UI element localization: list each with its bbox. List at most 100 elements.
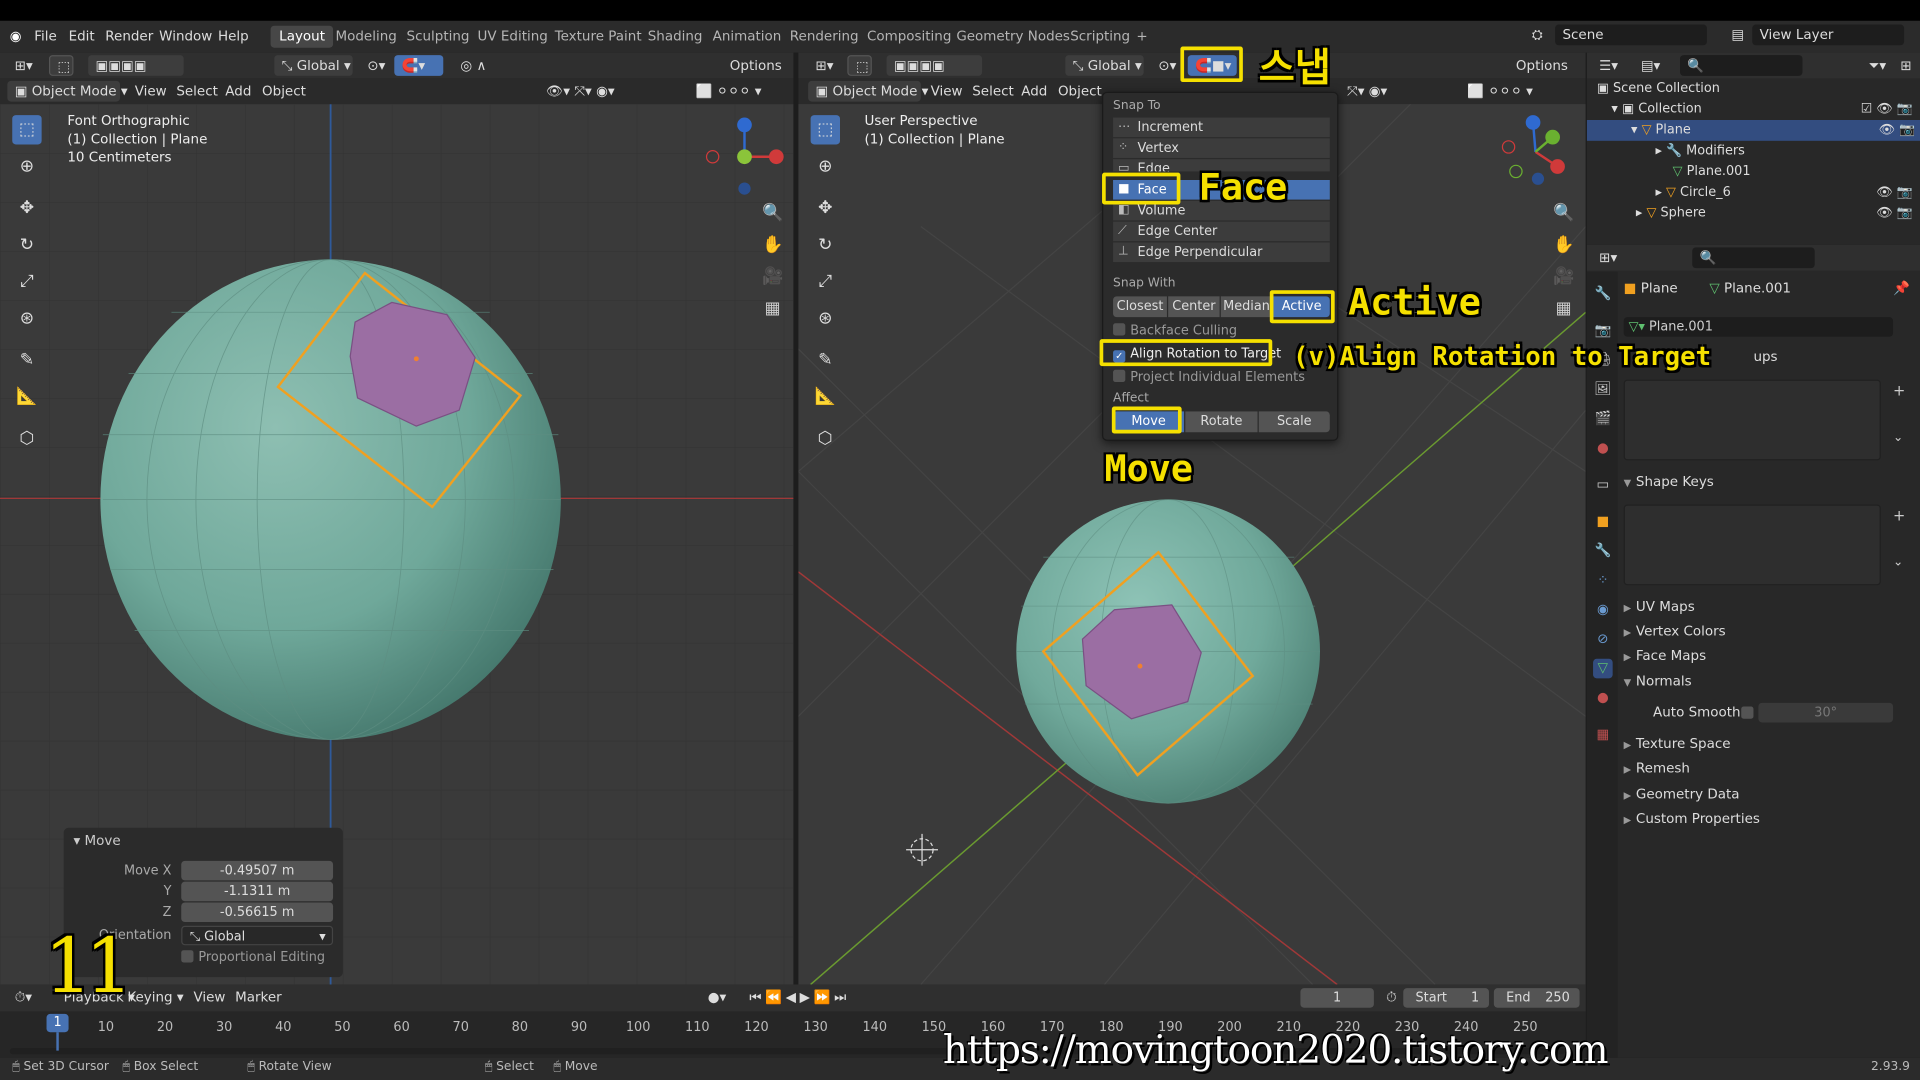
- tool-tab-icon[interactable]: 🔧: [1593, 284, 1613, 304]
- pivot-icon[interactable]: ⊙▾: [360, 55, 389, 76]
- select-mode-icon[interactable]: ⬚: [847, 55, 872, 76]
- world-tab-icon[interactable]: ●: [1593, 438, 1613, 458]
- visibility-icon[interactable]: ⤧▾ ◉▾: [1340, 81, 1395, 102]
- normals-panel[interactable]: ▼ Normals: [1624, 671, 1692, 693]
- tab-modeling[interactable]: Modeling: [327, 26, 405, 48]
- outliner-modifiers[interactable]: ▸ 🔧 Modifiers: [1656, 141, 1745, 162]
- menu-view[interactable]: View: [923, 81, 970, 102]
- shading-modes[interactable]: ⬜ ⚪⚪⚪ ▾: [688, 81, 769, 102]
- measure-tool-icon[interactable]: 📐: [12, 382, 41, 411]
- menu-add[interactable]: Add: [218, 81, 259, 102]
- tab-compositing[interactable]: Compositing: [858, 26, 960, 48]
- blender-logo-icon[interactable]: ◉: [10, 28, 22, 44]
- move-x-field[interactable]: -0.49507 m: [181, 860, 334, 881]
- pan-hand-icon[interactable]: ✋: [1550, 231, 1577, 258]
- move-y-field[interactable]: -1.1311 m: [181, 881, 334, 902]
- tab-shading[interactable]: Shading: [639, 26, 711, 48]
- editor-type-icon[interactable]: ☰▾: [1592, 55, 1626, 76]
- menu-window[interactable]: Window: [159, 28, 212, 44]
- constraints-tab-icon[interactable]: ⊘: [1593, 629, 1613, 649]
- options-dropdown[interactable]: Options: [722, 55, 789, 76]
- snap-with-closest[interactable]: Closest: [1113, 296, 1167, 318]
- cursor-tool-icon[interactable]: ⊕: [811, 152, 840, 181]
- outliner-collection[interactable]: ▾ ▣ Collection ☑ 👁 📷: [1611, 99, 1917, 120]
- move-z-field[interactable]: -0.56615 m: [181, 902, 334, 923]
- selection-modes[interactable]: ▣▣▣▣: [88, 55, 184, 76]
- project-individual-checkbox[interactable]: Project Individual Elements: [1113, 369, 1305, 386]
- custom-properties-panel[interactable]: ▶ Custom Properties: [1624, 808, 1760, 830]
- affect-scale[interactable]: Scale: [1258, 411, 1330, 433]
- vertex-colors-panel[interactable]: ▶ Vertex Colors: [1624, 621, 1726, 643]
- scene-icon[interactable]: ⛭: [1524, 24, 1548, 45]
- menu-help[interactable]: Help: [218, 28, 249, 44]
- view-layer-tab-icon[interactable]: 🖼: [1593, 380, 1613, 400]
- snap-edge-perpendicular-option[interactable]: ⊥ Edge Perpendicular: [1113, 242, 1330, 263]
- outliner-plane[interactable]: ▾ ▽ Plane 👁 📷: [1586, 120, 1920, 141]
- vertex-groups-panel[interactable]: ups: [1753, 347, 1777, 369]
- move-tool-icon[interactable]: ✥: [12, 193, 41, 222]
- orientation-dropdown[interactable]: ⤡ Global ▾: [181, 925, 334, 946]
- rotate-tool-icon[interactable]: ↻: [12, 230, 41, 259]
- tab-uv-editing[interactable]: UV Editing: [469, 26, 556, 48]
- add-cube-tool-icon[interactable]: ⬡: [12, 424, 41, 453]
- start-frame-field[interactable]: Start 1: [1403, 988, 1489, 1008]
- transform-tool-icon[interactable]: ⊛: [12, 304, 41, 333]
- redo-panel-header[interactable]: ▾ Move: [73, 833, 120, 849]
- playhead[interactable]: 1: [46, 1013, 69, 1033]
- menu-select[interactable]: Select: [169, 81, 225, 102]
- outliner-scene-collection[interactable]: ▣ Scene Collection: [1597, 78, 1720, 99]
- tab-geometry-nodes[interactable]: Geometry Nodes: [948, 26, 1079, 48]
- menu-add[interactable]: Add: [1014, 81, 1055, 102]
- scale-tool-icon[interactable]: ⤢: [811, 267, 840, 296]
- modifier-tab-icon[interactable]: 🔧: [1593, 541, 1613, 561]
- affect-rotate[interactable]: Rotate: [1185, 411, 1258, 433]
- camera-icon[interactable]: 🎥: [759, 263, 786, 290]
- scale-tool-icon[interactable]: ⤢: [12, 267, 41, 296]
- add-shape-key-icon[interactable]: +: [1893, 507, 1905, 524]
- menu-view[interactable]: View: [186, 987, 233, 1008]
- uv-maps-panel[interactable]: ▶ UV Maps: [1624, 596, 1695, 618]
- visibility-icon[interactable]: 👁 📷: [1876, 182, 1912, 203]
- measure-tool-icon[interactable]: 📐: [811, 382, 840, 411]
- editor-type-icon[interactable]: ⊞▾: [1592, 247, 1625, 268]
- render-tab-icon[interactable]: 📷: [1593, 321, 1613, 341]
- left-viewport[interactable]: Font Orthographic (1) Collection | Plane…: [0, 104, 794, 985]
- view-layer-selector[interactable]: View Layer: [1752, 24, 1905, 46]
- visibility-icon[interactable]: 👁 📷: [1879, 120, 1915, 141]
- texture-space-panel[interactable]: ▶ Texture Space: [1624, 733, 1731, 755]
- shape-keys-panel[interactable]: ▼ Shape Keys: [1624, 471, 1714, 493]
- pin-icon[interactable]: 📌: [1893, 280, 1910, 296]
- pivot-icon[interactable]: ⊙▾: [1151, 55, 1180, 76]
- snap-edge-center-option[interactable]: ⟋ Edge Center: [1113, 221, 1330, 242]
- perspective-icon[interactable]: ▦: [1550, 295, 1577, 322]
- remesh-panel[interactable]: ▶ Remesh: [1624, 758, 1690, 780]
- physics-tab-icon[interactable]: ◉: [1593, 600, 1613, 620]
- add-cube-tool-icon[interactable]: ⬡: [811, 424, 840, 453]
- snap-increment-option[interactable]: ⋯ Increment: [1113, 117, 1330, 138]
- vertex-groups-list[interactable]: [1623, 379, 1881, 461]
- menu-render[interactable]: Render: [105, 28, 153, 44]
- zoom-icon[interactable]: 🔍: [1550, 200, 1577, 227]
- display-mode-icon[interactable]: ▤▾: [1633, 55, 1667, 76]
- backface-culling-checkbox[interactable]: Backface Culling: [1113, 322, 1237, 339]
- add-workspace-button[interactable]: +: [1128, 26, 1156, 48]
- object-tab-icon[interactable]: ■: [1593, 512, 1613, 532]
- mesh-datablock-field[interactable]: ▽▾ Plane.001: [1623, 317, 1894, 337]
- mode-selector[interactable]: ▣ Object Mode ▾: [808, 80, 928, 102]
- outliner-circle[interactable]: ▸ ▽ Circle_6 👁 📷: [1656, 182, 1918, 203]
- cursor-tool-icon[interactable]: ⊕: [12, 152, 41, 181]
- move-tool-icon[interactable]: ✥: [811, 193, 840, 222]
- snap-with-center[interactable]: Center: [1168, 296, 1220, 318]
- face-maps-panel[interactable]: ▶ Face Maps: [1624, 645, 1706, 667]
- add-group-icon[interactable]: +: [1893, 382, 1905, 399]
- outliner-sphere[interactable]: ▸ ▽ Sphere 👁 📷: [1636, 203, 1918, 224]
- zoom-icon[interactable]: 🔍: [759, 200, 786, 227]
- axis-gizmo-icon[interactable]: [1496, 110, 1579, 193]
- filter-icon[interactable]: ⏷▾: [1861, 55, 1893, 76]
- texture-tab-icon[interactable]: ▦: [1593, 725, 1613, 745]
- visibility-icon[interactable]: 👁▾ ⤧▾ ◉▾: [539, 81, 622, 102]
- properties-search-input[interactable]: 🔍: [1692, 247, 1815, 269]
- outliner-plane-mesh[interactable]: ▽ Plane.001: [1673, 162, 1751, 183]
- snap-with-median[interactable]: Median: [1220, 296, 1273, 318]
- tab-texture-paint[interactable]: Texture Paint: [546, 26, 650, 48]
